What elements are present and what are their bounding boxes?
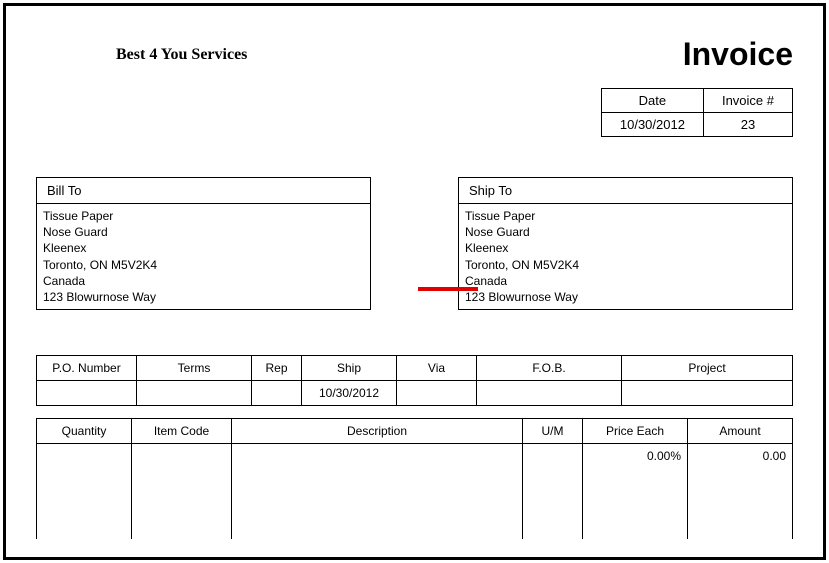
annotation-mark [418, 287, 478, 291]
ship-to-line: Toronto, ON M5V2K4 [465, 257, 786, 273]
description-header: Description [232, 419, 523, 444]
description-cell [232, 444, 523, 539]
amount-cell: 0.00 [688, 444, 793, 539]
invoice-no-label: Invoice # [703, 89, 792, 113]
po-number-header: P.O. Number [37, 356, 137, 381]
bill-to-line: 123 Blowurnose Way [43, 289, 364, 305]
quantity-cell [37, 444, 132, 539]
items-table: Quantity Item Code Description U/M Price… [36, 418, 793, 539]
po-number-value [37, 381, 137, 406]
ship-to-line: 123 Blowurnose Way [465, 289, 786, 305]
price-each-header: Price Each [583, 419, 688, 444]
item-code-cell [132, 444, 232, 539]
project-header: Project [622, 356, 793, 381]
rep-value [252, 381, 302, 406]
price-each-cell: 0.00% [583, 444, 688, 539]
date-value: 10/30/2012 [601, 113, 703, 137]
ship-to-line: Nose Guard [465, 224, 786, 240]
meta-table: Date Invoice # 10/30/2012 23 [601, 88, 793, 137]
via-value [397, 381, 477, 406]
rep-header: Rep [252, 356, 302, 381]
order-grid: P.O. Number Terms Rep Ship Via F.O.B. Pr… [36, 355, 793, 406]
date-label: Date [601, 89, 703, 113]
via-header: Via [397, 356, 477, 381]
fob-value [477, 381, 622, 406]
project-value [622, 381, 793, 406]
bill-to-line: Toronto, ON M5V2K4 [43, 257, 364, 273]
invoice-no-value: 23 [703, 113, 792, 137]
ship-header: Ship [302, 356, 397, 381]
quantity-header: Quantity [37, 419, 132, 444]
ship-to-line: Kleenex [465, 240, 786, 256]
bill-to-body: Tissue Paper Nose Guard Kleenex Toronto,… [37, 204, 370, 309]
bill-to-line: Kleenex [43, 240, 364, 256]
bill-to-box: Bill To Tissue Paper Nose Guard Kleenex … [36, 177, 371, 310]
invoice-page: Best 4 You Services Invoice Date Invoice… [3, 3, 826, 560]
terms-header: Terms [137, 356, 252, 381]
amount-header: Amount [688, 419, 793, 444]
invoice-title: Invoice [683, 36, 793, 73]
bill-to-label: Bill To [37, 178, 370, 204]
item-code-header: Item Code [132, 419, 232, 444]
bill-to-line: Nose Guard [43, 224, 364, 240]
bill-to-line: Tissue Paper [43, 208, 364, 224]
ship-to-label: Ship To [459, 178, 792, 204]
header-row: Best 4 You Services Invoice [36, 36, 793, 73]
um-cell [523, 444, 583, 539]
ship-to-line: Canada [465, 273, 786, 289]
ship-value: 10/30/2012 [302, 381, 397, 406]
ship-to-box: Ship To Tissue Paper Nose Guard Kleenex … [458, 177, 793, 310]
bill-to-line: Canada [43, 273, 364, 289]
fob-header: F.O.B. [477, 356, 622, 381]
table-row: 0.00% 0.00 [37, 444, 793, 539]
ship-to-line: Tissue Paper [465, 208, 786, 224]
address-row: Bill To Tissue Paper Nose Guard Kleenex … [36, 177, 793, 310]
company-name: Best 4 You Services [36, 46, 247, 64]
terms-value [137, 381, 252, 406]
um-header: U/M [523, 419, 583, 444]
ship-to-body: Tissue Paper Nose Guard Kleenex Toronto,… [459, 204, 792, 309]
